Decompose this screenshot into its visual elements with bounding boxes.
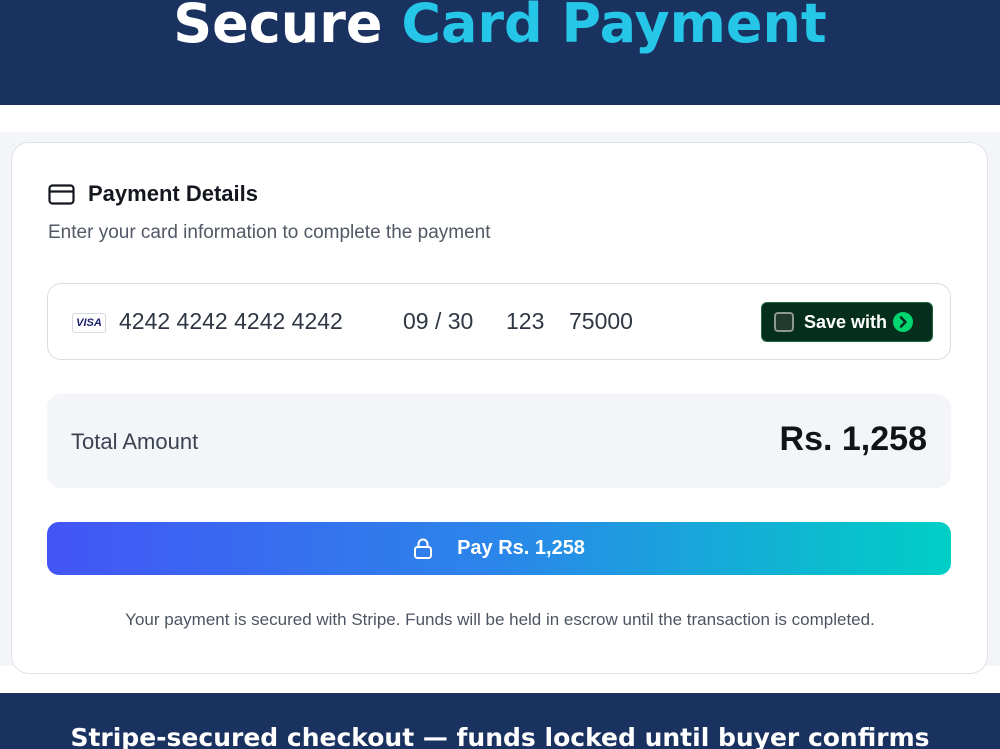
card-expiry-input[interactable]: 09 / 30 bbox=[403, 308, 473, 335]
lock-icon bbox=[413, 537, 435, 561]
card-input-field[interactable]: VISA 4242 4242 4242 4242 09 / 30 123 750… bbox=[47, 283, 951, 360]
security-note: Your payment is secured with Stripe. Fun… bbox=[125, 610, 875, 629]
banner-title-accent: Card Payment bbox=[401, 0, 827, 55]
payment-details-subtitle: Enter your card information to complete … bbox=[48, 222, 491, 243]
footer-banner-text: Stripe-secured checkout — funds locked u… bbox=[70, 723, 930, 749]
footer-banner: Stripe-secured checkout — funds locked u… bbox=[0, 693, 1000, 749]
banner-title-part1: Secure bbox=[173, 0, 383, 55]
total-amount-label: Total Amount bbox=[71, 429, 199, 454]
card-number-input[interactable]: 4242 4242 4242 4242 bbox=[119, 308, 343, 335]
total-amount-panel: Total Amount Rs. 1,258 bbox=[47, 394, 951, 488]
header-banner: Secure Card Payment bbox=[0, 0, 1000, 105]
pay-button-label: Pay Rs. 1,258 bbox=[457, 537, 585, 559]
credit-card-icon bbox=[48, 183, 76, 205]
visa-icon: VISA bbox=[72, 313, 106, 333]
save-checkbox[interactable] bbox=[774, 312, 794, 332]
save-with-label: Save with bbox=[804, 311, 888, 332]
payment-details-header: Payment Details bbox=[48, 181, 258, 207]
postal-code-input[interactable]: 75000 bbox=[569, 308, 633, 335]
link-arrow-icon bbox=[893, 312, 914, 332]
banner-title: Secure Card Payment bbox=[0, 0, 1000, 56]
save-with-link-button[interactable]: Save with bbox=[761, 302, 933, 342]
card-cvc-input[interactable]: 123 bbox=[506, 308, 544, 335]
pay-button[interactable]: Pay Rs. 1,258 bbox=[47, 522, 951, 575]
total-amount-value: Rs. 1,258 bbox=[779, 420, 927, 458]
payment-details-title: Payment Details bbox=[88, 181, 258, 206]
